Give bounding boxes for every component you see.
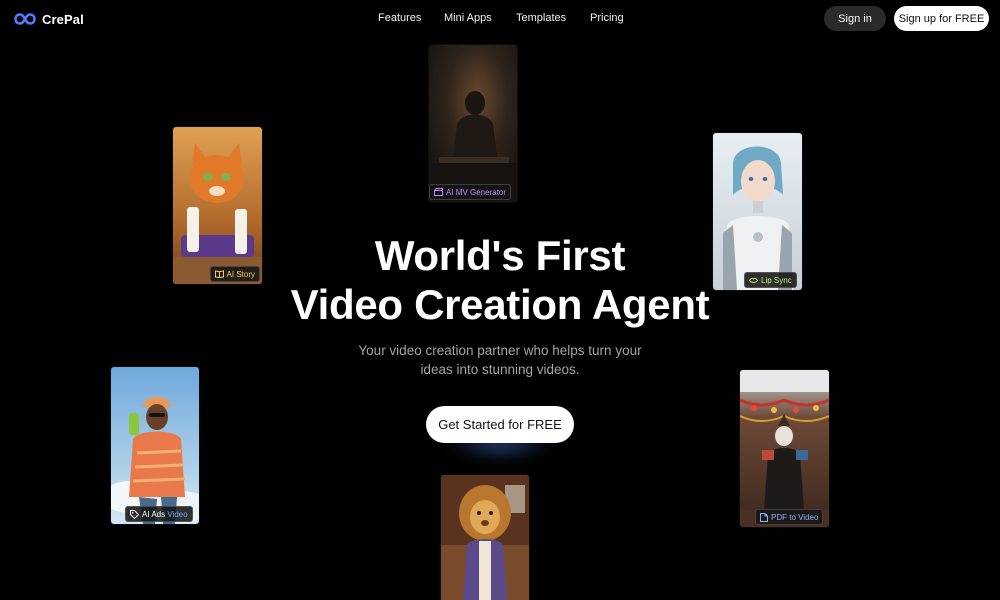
card-pdf-to-video[interactable]: PDF to Video [740,370,829,527]
card-ai-ads-video-label-part2: Video [167,509,188,519]
card-ai-ads-video-image [111,367,199,524]
card-ai-mv-generator[interactable]: AI MV Generator [429,45,517,202]
nav-templates[interactable]: Templates [516,12,566,24]
card-pdf-to-video-image [740,370,829,527]
card-ai-mv-generator-label: AI MV Generator [446,187,507,197]
card-lion-video-image [441,475,529,600]
card-ai-mv-generator-image [429,45,517,202]
card-ai-mv-generator-badge: AI MV Generator [429,184,512,200]
hero-subtitle-line-1: Your video creation partner who helps tu… [358,343,642,358]
clapper-icon [434,188,443,196]
card-lion-video[interactable] [441,475,529,600]
card-ai-ads-video-label: AI Ads Video [142,510,188,519]
sign-up-button[interactable]: Sign up for FREE [894,6,989,31]
card-pdf-to-video-label: PDF to Video [771,512,819,522]
hero-subtitle-line-2: ideas into stunning videos. [420,362,580,377]
tag-icon [130,509,139,519]
nav-mini-apps[interactable]: Mini Apps [444,12,492,24]
hero-title-line-1: World's First [374,232,626,279]
get-started-button[interactable]: Get Started for FREE [426,406,574,443]
card-pdf-to-video-badge: PDF to Video [755,509,824,525]
card-ai-ads-video-badge: AI Ads Video [125,506,193,522]
card-ai-ads-video-label-part1: AI Ads [142,509,168,519]
document-icon [760,512,768,522]
nav-pricing[interactable]: Pricing [590,12,624,24]
card-ai-ads-video[interactable]: AI Ads Video [111,367,199,524]
hero-title-line-2: Video Creation Agent [290,281,710,328]
nav-features[interactable]: Features [378,12,421,24]
sign-in-button[interactable]: Sign in [824,6,886,31]
